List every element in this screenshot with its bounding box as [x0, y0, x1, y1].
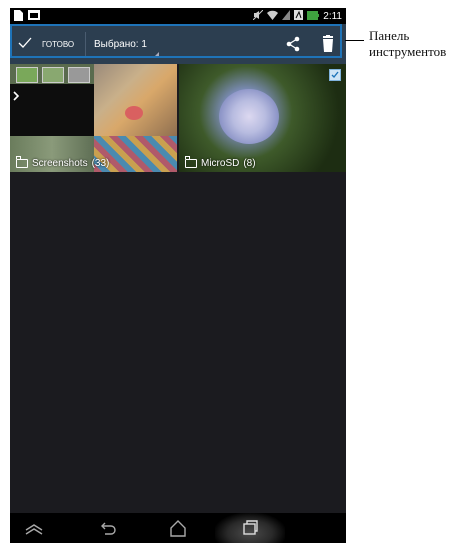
album-name: MicroSD: [201, 158, 240, 169]
thumbnail-swatch: [68, 67, 90, 83]
album-tile-screenshots[interactable]: Screenshots (33): [10, 64, 177, 172]
nav-menu-icon[interactable]: [24, 518, 44, 538]
dog-photo: [94, 64, 177, 136]
selected-checkbox[interactable]: [329, 69, 341, 81]
folder-icon: [185, 156, 197, 168]
recent-apps-icon[interactable]: [240, 518, 260, 538]
thumbnail-swatch: [42, 67, 64, 83]
wifi-icon: [267, 10, 279, 23]
toolbar-callout: Панель инструментов: [369, 28, 446, 60]
document-icon: [14, 10, 23, 24]
callout-line: [345, 40, 364, 41]
callout-line-1: Панель: [369, 28, 410, 43]
album-count: (8): [243, 158, 256, 169]
album-name: Screenshots: [32, 158, 88, 169]
home-icon[interactable]: [168, 518, 188, 538]
status-bar: 2:11: [10, 8, 346, 24]
hydrangea-bloom: [219, 89, 279, 144]
album-label: MicroSD (8): [185, 156, 256, 169]
thumbnail-swatch: [16, 67, 38, 83]
signal-icon: [282, 10, 291, 23]
album-grid: Screenshots (33) MicroSD (8): [10, 64, 346, 172]
dog-tongue: [125, 106, 143, 120]
image-notification-icon: [28, 10, 40, 24]
navigation-bar: [10, 513, 346, 543]
album-count: (33): [91, 158, 110, 169]
back-icon[interactable]: [98, 518, 118, 538]
device-screen: 2:11 ГОТОВО Выбрано: 1 Screenshots (33) …: [10, 8, 346, 543]
album-label: Screenshots (33): [16, 156, 110, 169]
callout-line-2: инструментов: [369, 44, 447, 59]
toolbar-highlight: [10, 24, 342, 58]
album-tile-microsd[interactable]: MicroSD (8): [179, 64, 346, 172]
clock: 2:11: [323, 10, 342, 22]
battery-icon: [307, 10, 320, 23]
mute-icon: [252, 9, 264, 23]
folder-icon: [16, 156, 28, 168]
asus-app-icon: [294, 10, 304, 23]
chevron-right-icon: [13, 88, 20, 106]
